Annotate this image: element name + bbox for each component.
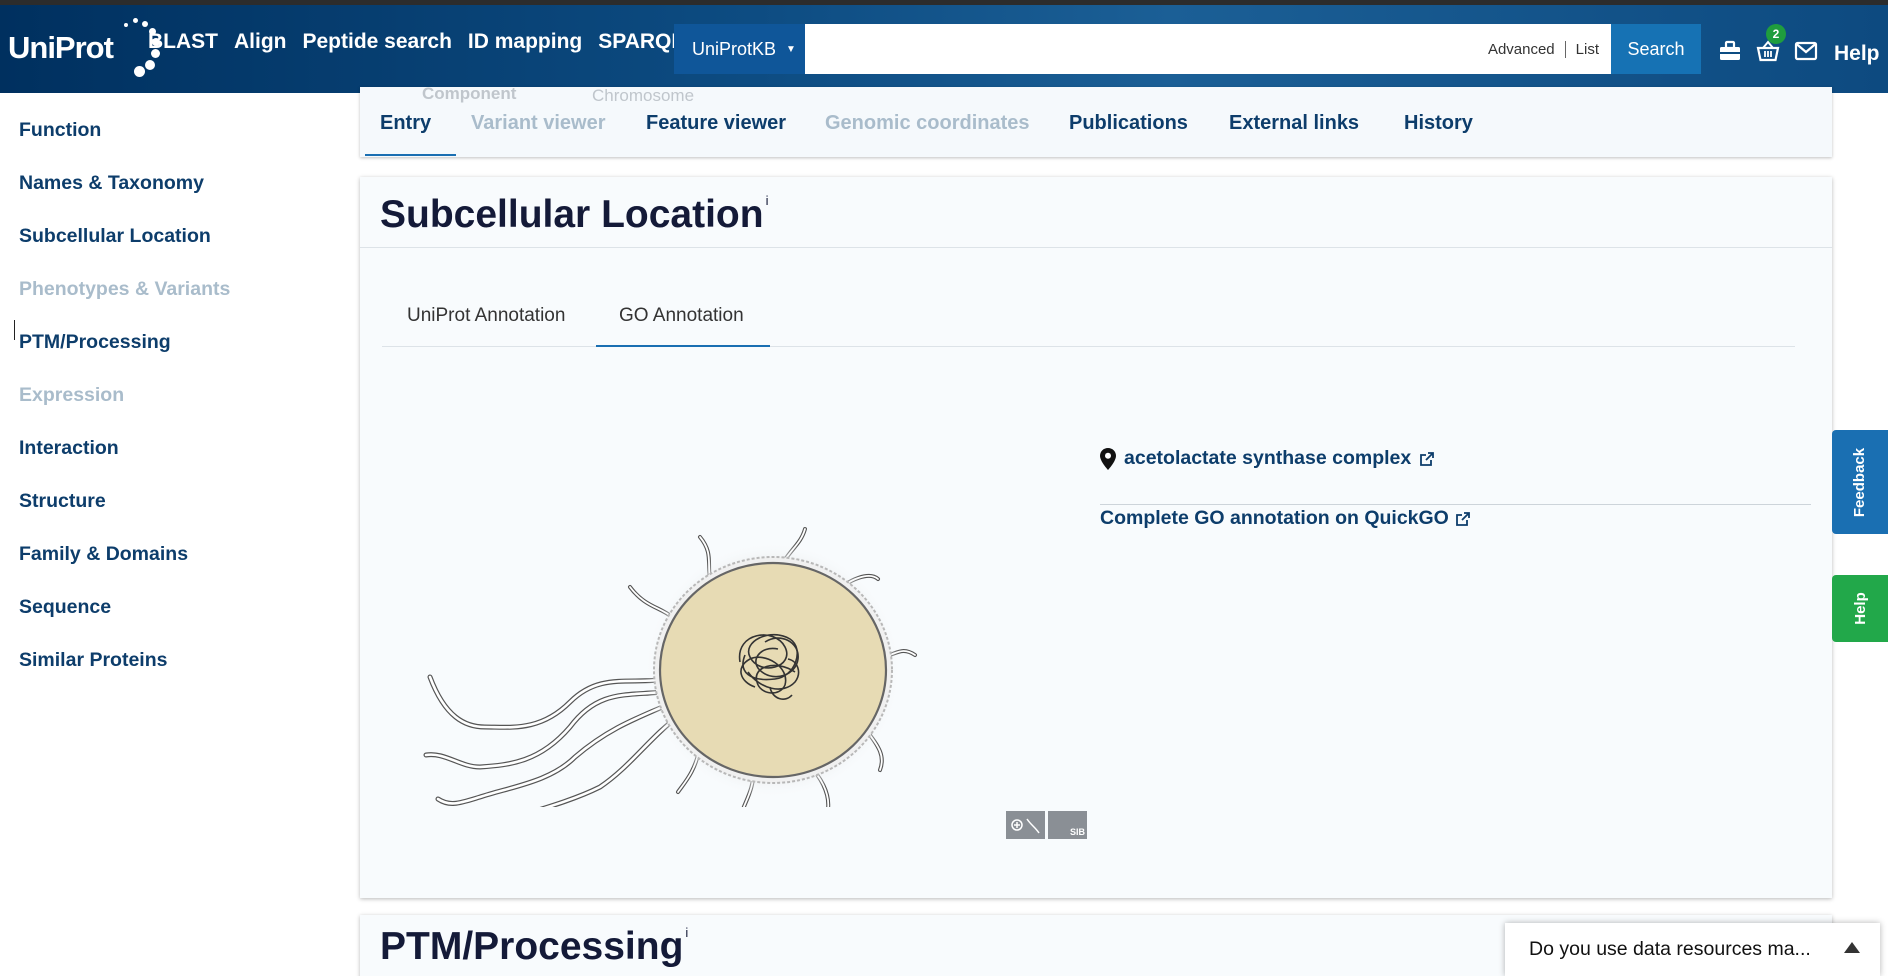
nav-blast[interactable]: BLAST <box>148 30 218 54</box>
help-tab-label: Help <box>1851 592 1869 625</box>
caret-down-icon: ▼ <box>786 43 796 55</box>
subcellular-location-section: Subcellular Location i UniProt Annotation… <box>360 177 1832 898</box>
mail-icon[interactable] <box>1794 39 1818 63</box>
help-tab[interactable]: Help <box>1832 575 1888 642</box>
search-box: UniProtKB ▼ Advanced List Search <box>674 24 1701 74</box>
sub-tabs-divider <box>382 346 1795 347</box>
swissbiopics-logo <box>1006 811 1045 839</box>
tab-variant-viewer: Variant viewer <box>471 112 606 134</box>
info-icon[interactable]: i <box>685 925 688 940</box>
tab-genomic-coordinates: Genomic coordinates <box>825 112 1030 134</box>
nav-id-mapping[interactable]: ID mapping <box>468 30 582 54</box>
survey-banner[interactable]: Do you use data resources ma... <box>1505 923 1880 976</box>
nav-align[interactable]: Align <box>234 30 287 54</box>
entry-tabs-bar: Component Chromosome Entry Variant viewe… <box>360 84 1832 157</box>
search-options-divider <box>1564 41 1566 58</box>
search-button[interactable]: Search <box>1611 24 1701 74</box>
go-term-entry: acetolactate synthase complex <box>1100 447 1435 470</box>
location-pin-icon <box>1100 447 1116 470</box>
search-input-wrapper: Advanced List <box>805 24 1611 74</box>
nav-sparql[interactable]: SPARQL <box>598 30 684 54</box>
sib-logo: SIB <box>1048 811 1087 839</box>
sidebar-item-subcellular-location[interactable]: Subcellular Location <box>19 225 211 248</box>
external-link-icon <box>1420 451 1435 466</box>
info-icon[interactable]: i <box>766 193 769 208</box>
tab-history[interactable]: History <box>1404 112 1473 135</box>
sidebar-item-ptm-processing[interactable]: PTM/Processing <box>19 331 171 354</box>
cell-illustration <box>423 527 917 807</box>
tools-icon[interactable] <box>1718 39 1742 63</box>
section-title-text: PTM/Processing <box>380 925 684 968</box>
nav-peptide-search[interactable]: Peptide search <box>303 30 452 54</box>
sidebar-item-function[interactable]: Function <box>19 119 101 142</box>
go-divider <box>1100 504 1811 505</box>
section-title: Subcellular Location i <box>380 193 768 237</box>
feedback-tab-label: Feedback <box>1851 447 1869 517</box>
tab-feature-viewer[interactable]: Feature viewer <box>646 112 786 135</box>
basket-icon[interactable]: 2 <box>1756 24 1786 63</box>
toolbar-icons: 2 <box>1718 24 1818 63</box>
top-navigation-bar: UniProt BLAST Align Peptide search ID ma… <box>0 0 1888 93</box>
section-divider <box>360 247 1832 248</box>
tab-uniprot-annotation[interactable]: UniProt Annotation <box>407 305 565 327</box>
sidebar-item-names-taxonomy[interactable]: Names & Taxonomy <box>19 172 204 195</box>
active-section-marker <box>14 320 15 340</box>
tab-external-links[interactable]: External links <box>1229 112 1359 135</box>
expand-up-icon[interactable] <box>1844 942 1860 953</box>
sidebar-item-expression: Expression <box>19 384 125 406</box>
ghost-label-chromosome: Chromosome <box>592 86 695 105</box>
ghost-label-component: Component <box>422 84 517 103</box>
sidebar-item-phenotypes-variants: Phenotypes & Variants <box>19 278 231 300</box>
section-title: PTM/Processing i <box>380 925 688 969</box>
feedback-tab[interactable]: Feedback <box>1832 430 1888 534</box>
sidebar-item-interaction[interactable]: Interaction <box>19 437 119 460</box>
sidebar-item-structure[interactable]: Structure <box>19 490 106 513</box>
swissbiopics-logos: SIB <box>1006 811 1087 839</box>
main-nav: BLAST Align Peptide search ID mapping SP… <box>148 30 684 54</box>
go-term-link[interactable]: acetolactate synthase complex <box>1124 447 1411 470</box>
uniprot-logo[interactable]: UniProt <box>8 17 160 79</box>
search-options: Advanced List <box>1488 41 1599 58</box>
tab-entry[interactable]: Entry <box>380 112 431 135</box>
logo-text: UniProt <box>8 30 114 65</box>
tab-go-annotation[interactable]: GO Annotation <box>619 305 744 327</box>
tab-publications[interactable]: Publications <box>1069 112 1188 135</box>
basket-count-badge: 2 <box>1766 24 1786 44</box>
help-link[interactable]: Help <box>1834 42 1880 66</box>
advanced-search-link[interactable]: Advanced <box>1488 41 1555 58</box>
dataset-select-label: UniProtKB <box>692 38 777 59</box>
section-title-text: Subcellular Location <box>380 193 764 236</box>
quickgo-link[interactable]: Complete GO annotation on QuickGO <box>1100 507 1449 530</box>
survey-text: Do you use data resources ma... <box>1529 938 1811 960</box>
external-link-icon <box>1455 511 1470 526</box>
section-sidebar: Function Names & Taxonomy Subcellular Lo… <box>0 93 355 976</box>
active-tab-indicator <box>365 154 456 156</box>
quickgo-entry: Complete GO annotation on QuickGO <box>1100 507 1471 530</box>
main-content: Component Chromosome Entry Variant viewe… <box>355 84 1888 976</box>
sidebar-item-family-domains[interactable]: Family & Domains <box>19 543 188 566</box>
sidebar-item-similar-proteins[interactable]: Similar Proteins <box>19 649 167 672</box>
active-subtab-indicator <box>596 345 770 347</box>
dataset-select[interactable]: UniProtKB ▼ <box>674 24 805 74</box>
sidebar-item-sequence[interactable]: Sequence <box>19 596 111 619</box>
list-search-link[interactable]: List <box>1576 41 1599 58</box>
